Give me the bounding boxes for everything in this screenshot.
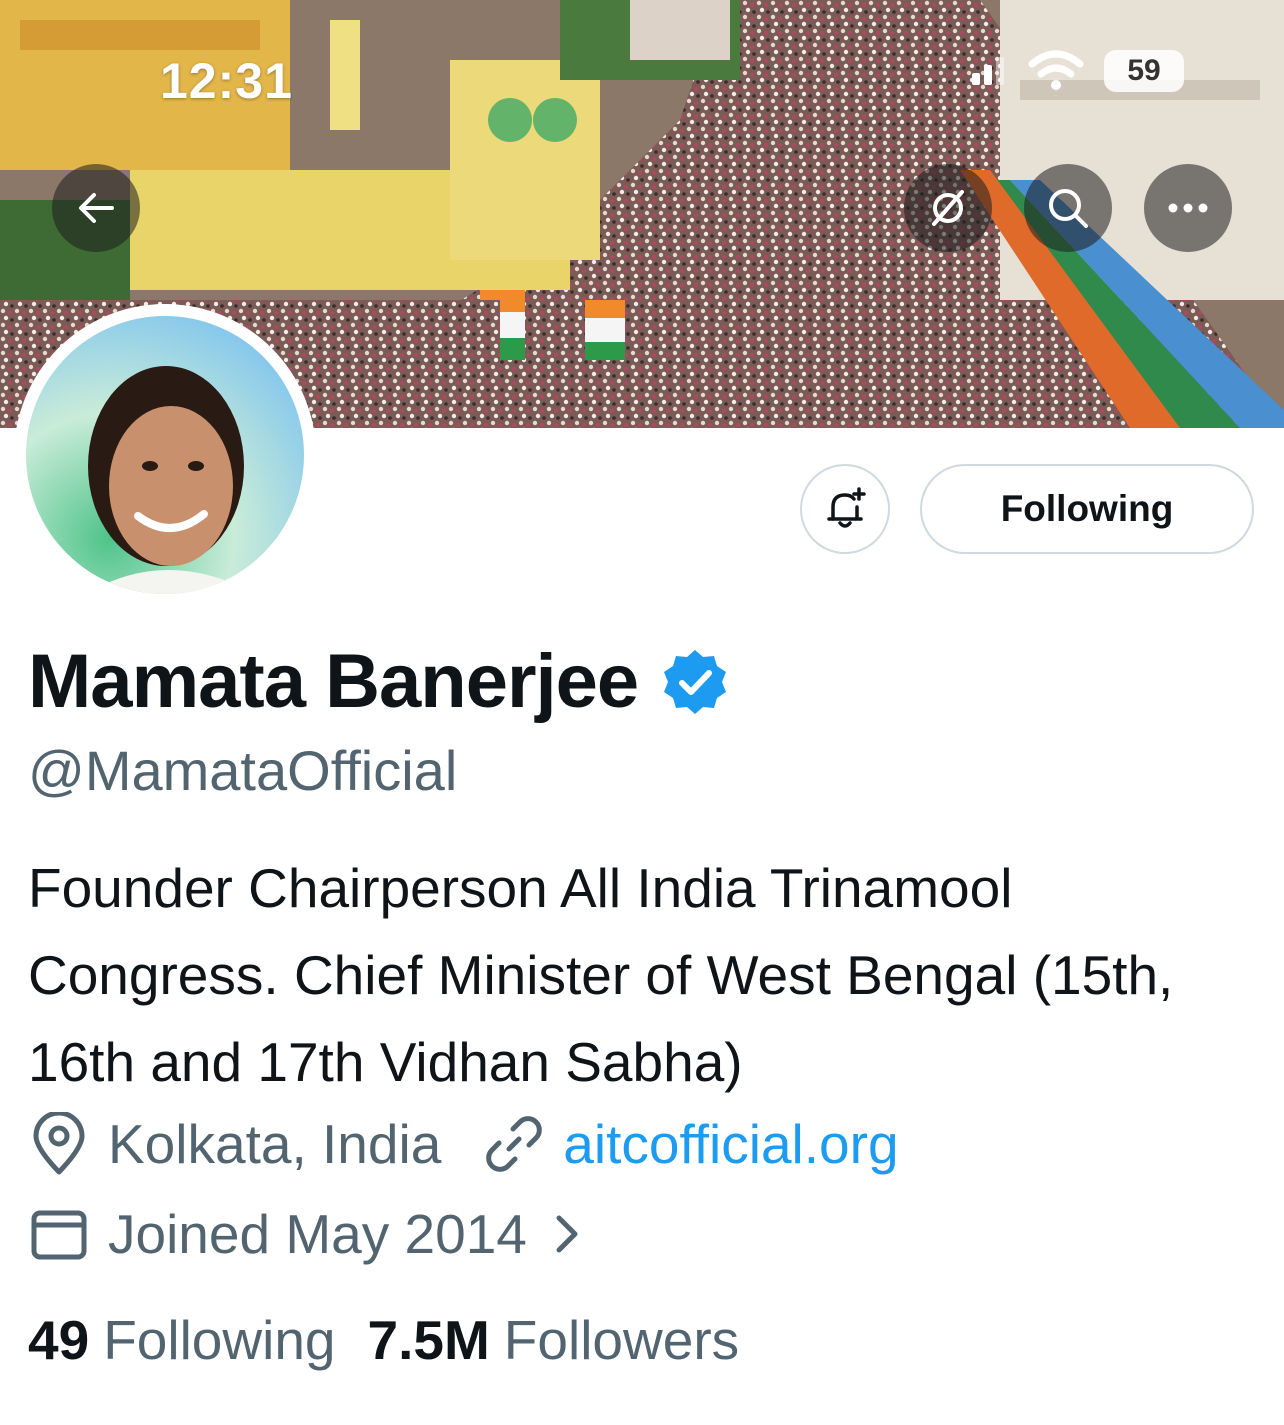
search-button[interactable] bbox=[1024, 164, 1112, 252]
search-icon bbox=[1049, 189, 1088, 228]
calendar-icon bbox=[28, 1203, 90, 1265]
followers-count: 7.5M bbox=[367, 1309, 490, 1371]
following-count: 49 bbox=[28, 1309, 90, 1371]
profile-avatar[interactable] bbox=[14, 304, 316, 606]
following-button[interactable]: Following bbox=[920, 464, 1254, 554]
avatar-photo bbox=[26, 316, 304, 594]
website-link[interactable]: aitcofficial.org bbox=[563, 1112, 898, 1176]
back-arrow-icon bbox=[79, 193, 114, 223]
status-indicators: 59 bbox=[972, 50, 1184, 92]
notifications-button[interactable] bbox=[800, 464, 890, 554]
location-text: Kolkata, India bbox=[108, 1113, 442, 1175]
status-time: 12:31 bbox=[160, 53, 293, 109]
followers-stat[interactable]: 7.5M Followers bbox=[368, 1308, 740, 1372]
wifi-icon bbox=[1028, 50, 1084, 90]
avatar-portrait bbox=[26, 316, 304, 594]
follow-stats: 49 Following 7.5M Followers bbox=[28, 1308, 739, 1372]
profile-meta-row: Kolkata, India aitcofficial.org bbox=[28, 1112, 899, 1176]
following-stat[interactable]: 49 Following bbox=[28, 1308, 336, 1372]
more-icon bbox=[1168, 203, 1208, 213]
user-handle: @MamataOfficial bbox=[28, 739, 458, 802]
joined-row[interactable]: Joined May 2014 bbox=[28, 1202, 599, 1266]
joined-date: Joined May 2014 bbox=[108, 1203, 527, 1265]
location-icon bbox=[28, 1112, 90, 1176]
display-name: Mamata Banerjee bbox=[28, 639, 639, 724]
profile-bio: Founder Chairperson All India Trinamool … bbox=[28, 857, 1174, 1093]
back-button[interactable] bbox=[52, 164, 140, 252]
following-label: Following bbox=[103, 1309, 336, 1371]
more-button[interactable] bbox=[1144, 164, 1232, 252]
verified-badge-icon[interactable] bbox=[660, 647, 730, 717]
mute-icon bbox=[932, 190, 964, 226]
followers-label: Followers bbox=[503, 1309, 740, 1371]
bell-plus-icon bbox=[827, 487, 866, 528]
chevron-right-icon bbox=[551, 1212, 581, 1256]
battery-indicator: 59 bbox=[1104, 50, 1184, 92]
link-icon bbox=[483, 1113, 545, 1175]
profile-name-row: Mamata Banerjee bbox=[28, 638, 730, 725]
signal-icon bbox=[972, 57, 1004, 85]
mute-button[interactable] bbox=[904, 164, 992, 252]
